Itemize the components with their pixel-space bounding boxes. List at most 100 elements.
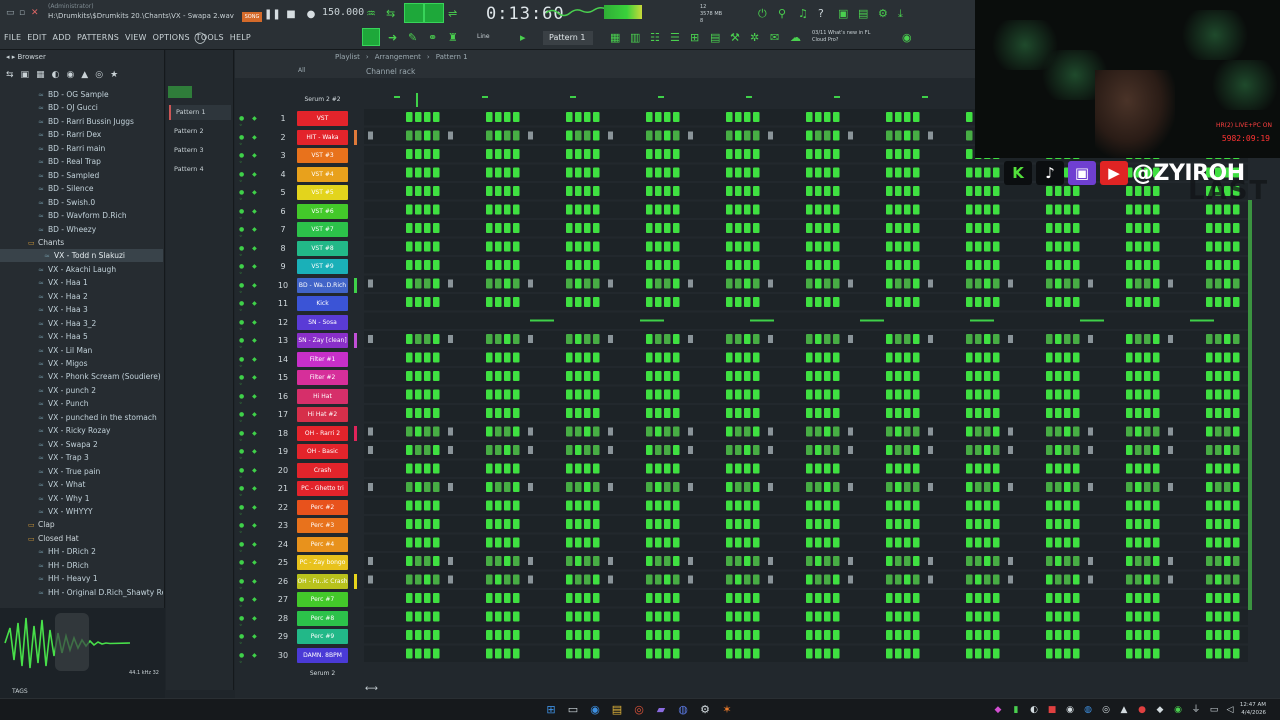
arrows-icon[interactable]: ◂ ▸	[6, 53, 17, 61]
mixer-track-number[interactable]: 28	[273, 610, 293, 628]
mixer-icon[interactable]: ⚲	[778, 7, 786, 20]
record-icon[interactable]: ●	[304, 8, 318, 22]
browser-file[interactable]: ≈ VX - What	[0, 478, 163, 491]
channel-button[interactable]: Perc #8	[297, 610, 348, 626]
browser-file[interactable]: ≈ BD - Silence	[0, 182, 163, 195]
browser-file[interactable]: ≈ BD - Rarri Bussin Juggs	[0, 115, 163, 128]
mixer-track-number[interactable]: 6	[273, 203, 293, 221]
browser-file[interactable]: ≈ HH - Original D.Rich_Shawty Redd	[0, 586, 163, 599]
pattern-prev-icon[interactable]: ▸	[520, 31, 526, 44]
mixer-track-number[interactable]: 23	[273, 517, 293, 535]
mixer-track-number[interactable]: 8	[273, 240, 293, 258]
browser-file[interactable]: ≈ BD - Rarri main	[0, 142, 163, 155]
channel-select-indicator[interactable]	[354, 277, 357, 293]
channel-button[interactable]: OH - Basic	[297, 444, 348, 459]
mixer-view-icon[interactable]: ☰	[670, 31, 680, 44]
pause-icon[interactable]: ❚❚	[264, 8, 281, 22]
channel-mute-pan-vol[interactable]: ● ◆ ◦	[239, 282, 271, 296]
channel-select-indicator[interactable]	[354, 425, 357, 441]
browser-icon[interactable]: ◎	[631, 702, 647, 718]
arrow-right-icon[interactable]: ➜	[388, 31, 397, 44]
menu-options[interactable]: OPTIONS	[153, 33, 190, 42]
tray-icon-8[interactable]: ▲	[1116, 702, 1132, 718]
channel-button[interactable]: Perc #2	[297, 499, 348, 515]
mixer-track-number[interactable]: 5	[273, 184, 293, 202]
collapse-icon[interactable]: ⇆	[6, 70, 14, 84]
tools-icon[interactable]: ⚒	[730, 31, 740, 44]
star-icon[interactable]: ★	[110, 70, 118, 84]
mixer-track-number[interactable]: 14	[273, 351, 293, 369]
tray-icon-2[interactable]: ▮	[1008, 702, 1024, 718]
channel-mute-pan-vol[interactable]: ● ◆ ◦	[239, 541, 271, 555]
close-icon[interactable]: ✕	[31, 8, 39, 18]
scroll-handle-icon[interactable]: ⟷	[365, 684, 378, 694]
browser-file[interactable]: ≈ VX - WHYYY	[0, 505, 163, 518]
channel-mute-pan-vol[interactable]: ● ◆ ◦	[239, 448, 271, 462]
channel-button[interactable]: Perc #9	[297, 629, 348, 644]
channel-mute-pan-vol[interactable]: ● ◆ ◦	[239, 374, 271, 388]
browser-file[interactable]: ≈ BD - Wavform D.Rich	[0, 209, 163, 222]
channel-mute-pan-vol[interactable]: ● ◆ ◦	[239, 578, 271, 592]
channel-button[interactable]: VST #4	[297, 166, 348, 182]
tray-icon-9[interactable]: ●	[1134, 702, 1150, 718]
browser-file[interactable]: ≈ VX - Phonk Scream (Soudiere)	[0, 370, 163, 383]
channel-mute-pan-vol[interactable]: ● ◆ ◦	[239, 134, 271, 148]
channel-button[interactable]: SN - Zay [clean]	[297, 333, 348, 348]
channel-mute-pan-vol[interactable]: ● ◆ ◦	[239, 430, 271, 444]
sample-preview[interactable]: 44.1 kHz 32 TAGS	[0, 608, 165, 698]
channel-select-indicator[interactable]	[354, 333, 357, 348]
browser-file[interactable]: ≈ VX - Akachi Laugh	[0, 263, 163, 276]
settings-icon[interactable]: ⚙	[878, 7, 888, 20]
browser-file[interactable]: ≈ BD - OG Sample	[0, 88, 163, 101]
channel-filter[interactable]: All	[298, 67, 305, 74]
browser-folder[interactable]: ▭ Chants	[0, 236, 163, 249]
channel-mute-pan-vol[interactable]: ● ◆ ◦	[239, 319, 271, 333]
file-explorer-icon[interactable]: ▤	[609, 702, 625, 718]
channel-button[interactable]: PC - Ghetto tri	[297, 481, 348, 496]
network-icon[interactable]: ▭	[1206, 702, 1222, 718]
browser-view-icon[interactable]: ▤	[710, 31, 720, 44]
minimize-icon[interactable]: ▭	[6, 8, 15, 18]
pattern-item[interactable]: Pattern 2	[169, 124, 231, 139]
restore-icon[interactable]: ▫	[19, 8, 25, 18]
brush-icon[interactable]: ✎	[408, 31, 417, 44]
plugin-icon[interactable]: ▣	[838, 7, 848, 20]
app-icon[interactable]: ▰	[653, 702, 669, 718]
link-icon[interactable]: ⚭	[428, 31, 437, 44]
chat-icon[interactable]: ✉	[770, 31, 779, 44]
browser-file[interactable]: ≈ VX - Haa 2	[0, 290, 163, 303]
channel-button[interactable]: PC - Zay bongo	[297, 555, 348, 570]
browser-file[interactable]: ≈ VX - Why 1	[0, 492, 163, 505]
metronome-icon[interactable]: ♒	[366, 7, 376, 20]
channel-mute-pan-vol[interactable]: ● ◆ ◦	[239, 411, 271, 425]
browser-file[interactable]: ≈ BD - Swish.0	[0, 196, 163, 209]
stamp-icon[interactable]: ♜	[448, 31, 458, 44]
mixer-track-number[interactable]: 4	[273, 166, 293, 184]
tray-icon-10[interactable]: ◆	[1152, 702, 1168, 718]
browser-file[interactable]: ≈ BD - Real Trap	[0, 155, 163, 168]
browser-file[interactable]: ≈ VX - True pain	[0, 465, 163, 478]
cloud-browser-icon[interactable]: ▲	[81, 70, 88, 84]
news-panel[interactable]: 03/11 What's new in FL Cloud Pro?	[812, 30, 870, 44]
help-icon[interactable]: ?	[818, 7, 824, 20]
channel-button[interactable]: VST #3	[297, 148, 348, 163]
mixer-track-number[interactable]: 1	[273, 110, 293, 128]
channel-mute-pan-vol[interactable]: ● ◆ ◦	[239, 522, 271, 536]
cloud-icon[interactable]: ☁	[790, 31, 801, 44]
start-icon[interactable]: ⊞	[543, 702, 559, 718]
pattern-item[interactable]: Pattern 1	[169, 105, 231, 120]
tray-icon-7[interactable]: ◎	[1098, 702, 1114, 718]
browser-file[interactable]: ≈ VX - Haa 5	[0, 330, 163, 343]
browser-folder[interactable]: ▭ Clap	[0, 518, 163, 531]
channel-rack-icon[interactable]: ☷	[650, 31, 660, 44]
channel-mute-pan-vol[interactable]: ● ◆ ◦	[239, 337, 271, 351]
menu-patterns[interactable]: PATTERNS	[77, 33, 119, 42]
channel-button[interactable]: VST #6	[297, 203, 348, 219]
channel-mute-pan-vol[interactable]: ● ◆ ◦	[239, 559, 271, 573]
channel-button[interactable]: Perc #7	[297, 592, 348, 607]
channel-mute-pan-vol[interactable]: ● ◆ ◦	[239, 633, 271, 647]
mixer-track-number[interactable]: 13	[273, 332, 293, 350]
browser-file[interactable]: ≈ BD - OJ Gucci	[0, 101, 163, 114]
channel-mute-pan-vol[interactable]: ● ◆ ◦	[239, 596, 271, 610]
chrome-icon[interactable]: ◉	[587, 702, 603, 718]
